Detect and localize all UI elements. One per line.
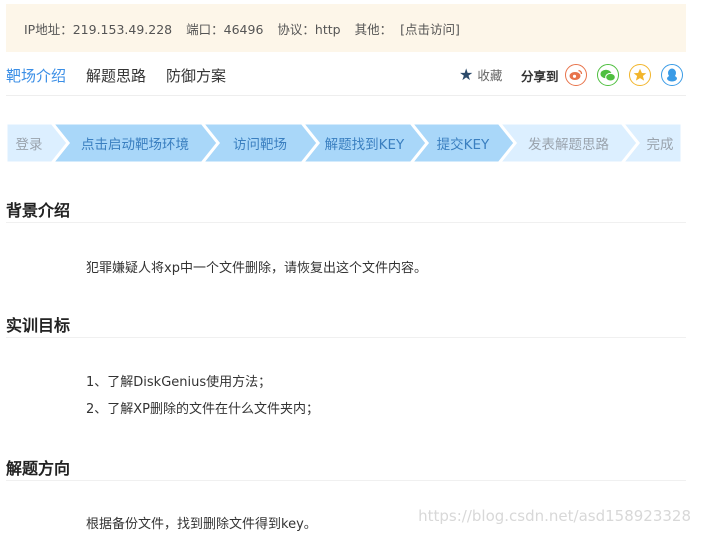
wechat-icon[interactable] [597,64,619,86]
watermark: https://blog.csdn.net/asd158923328 [418,507,691,525]
tab-solution-ideas[interactable]: 解题思路 [86,65,146,86]
step-7[interactable]: 完成 [638,123,682,163]
divider [6,480,686,481]
port: 端口：46496 [186,21,264,37]
star-icon: ★ [459,65,474,84]
content-nav: 靶场介绍 解题思路 防御方案 ★ 收藏 分享到 [6,60,686,96]
section-title-goals: 实训目标 [6,316,71,335]
visit-link[interactable]: [点击访问] [400,19,460,38]
target-info-bar: IP地址：219.153.49.228 端口：46496 协议：http 其他：… [6,4,686,52]
divider [6,337,686,338]
step-3[interactable]: 访问靶场 [218,123,302,163]
ip-address: IP地址：219.153.49.228 [24,21,173,37]
background-text: 犯罪嫌疑人将xp中一个文件删除，请恢复出这个文件内容。 [86,261,427,276]
tab-defense-plan[interactable]: 防御方案 [166,65,226,86]
step-5[interactable]: 提交KEY [427,123,499,163]
divider [6,222,686,223]
favorite-button[interactable]: ★ 收藏 [459,65,502,84]
goal-item: 2、了解XP删除的文件在什么文件夹内； [86,402,320,417]
direction-text: 根据备份文件，找到删除文件得到key。 [86,517,317,532]
weibo-icon[interactable] [565,64,587,86]
other-label: 其他： [354,21,393,37]
section-title-background: 背景介绍 [6,201,71,220]
share-label: 分享到 [521,69,559,84]
tab-range-intro[interactable]: 靶场介绍 [6,65,66,86]
progress-steps: 登录 点击启动靶场环境 访问靶场 解题找到KEY 提交KEY 发表解题思路 完成 [6,123,682,163]
step-6[interactable]: 发表解题思路 [515,123,622,163]
step-4[interactable]: 解题找到KEY [318,123,411,163]
qq-icon[interactable] [661,64,683,86]
qzone-icon[interactable] [629,64,651,86]
step-1[interactable]: 登录 [6,123,52,163]
favorite-label: 收藏 [477,68,503,83]
step-2[interactable]: 点击启动靶场环境 [68,123,202,163]
protocol: 协议：http [277,21,341,37]
section-title-direction: 解题方向 [6,459,71,478]
goal-item: 1、了解DiskGenius使用方法； [86,375,272,390]
